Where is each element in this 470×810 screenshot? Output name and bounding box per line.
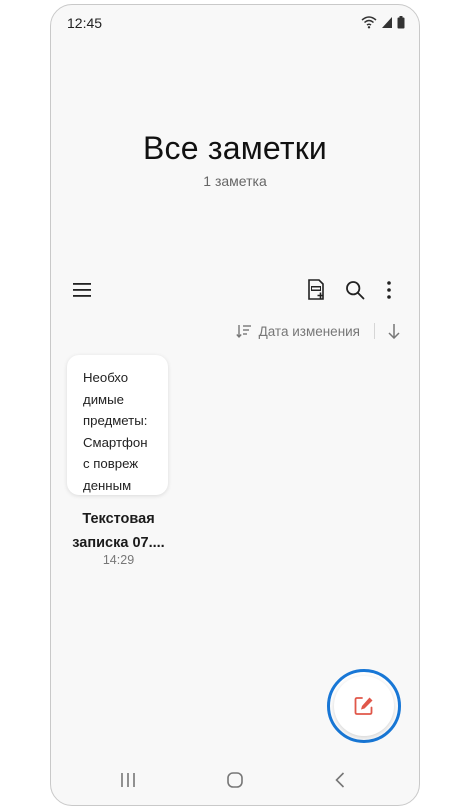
phone-screen: 12:45 Все заметки 1 заметка Дата изменен… — [50, 4, 420, 806]
battery-icon — [397, 15, 405, 28]
note-preview-line: предметы: — [83, 413, 148, 428]
status-time: 12:45 — [67, 15, 103, 31]
recents-button[interactable] — [113, 767, 143, 793]
more-options-button[interactable] — [374, 275, 404, 305]
navigation-bar — [51, 755, 419, 805]
note-preview-line: Необхо — [83, 370, 129, 385]
sort-row: Дата изменения — [235, 319, 401, 343]
fab-highlight-ring — [327, 669, 401, 743]
note-time: 14:29 — [102, 553, 135, 567]
note-count: 1 заметка — [203, 173, 267, 189]
compose-button[interactable] — [334, 676, 394, 736]
title-area: Все заметки 1 заметка — [51, 130, 419, 189]
back-button[interactable] — [325, 767, 355, 793]
sort-divider — [374, 323, 375, 339]
note-preview-line: с повреж — [83, 456, 139, 471]
status-icons — [361, 15, 405, 29]
toolbar — [51, 275, 419, 305]
note-title-line: Текстовая — [82, 511, 155, 527]
note-preview-line: димые — [83, 391, 124, 407]
page-title: Все заметки — [143, 130, 327, 166]
recents-icon — [121, 773, 135, 787]
menu-button[interactable] — [67, 275, 97, 305]
search-icon — [346, 281, 365, 300]
home-icon — [227, 772, 243, 788]
note-title-line: записка 07.... — [72, 535, 165, 551]
note-card[interactable]: Необхо димые предметы: Смартфон с повреж… — [67, 355, 168, 495]
compose-icon — [354, 697, 373, 715]
pdf-add-icon — [308, 279, 324, 300]
wifi-icon — [361, 16, 377, 29]
sort-label[interactable]: Дата изменения — [259, 324, 360, 339]
more-vert-icon — [387, 281, 391, 299]
note-preview-line: денным — [83, 477, 132, 493]
menu-icon — [73, 283, 91, 297]
status-bar: 12:45 — [51, 5, 419, 39]
arrow-down-icon[interactable] — [387, 323, 401, 339]
sort-icon[interactable] — [235, 323, 252, 339]
home-button[interactable] — [220, 767, 250, 793]
note-preview-line: Смартфон — [83, 434, 148, 450]
import-pdf-button[interactable] — [301, 275, 331, 305]
note-title[interactable]: Текстовая записка 07.... — [67, 507, 170, 555]
signal-icon — [382, 16, 392, 28]
search-button[interactable] — [340, 275, 370, 305]
back-icon — [335, 772, 345, 788]
